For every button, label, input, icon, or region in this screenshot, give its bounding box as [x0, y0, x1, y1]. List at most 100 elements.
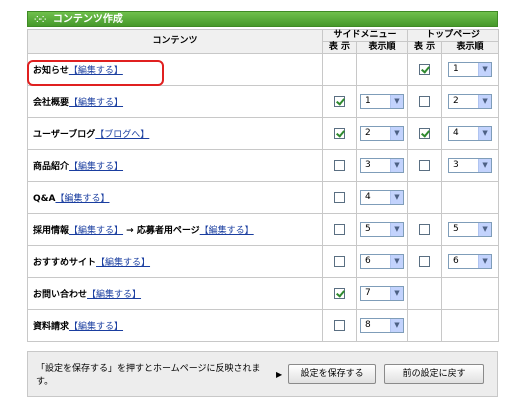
top-order-select[interactable]: 4 ▼ — [448, 126, 493, 141]
top-order-cell: 6 ▼ — [441, 245, 500, 278]
chevron-down-icon[interactable]: ▼ — [390, 223, 403, 236]
side-show-cell — [322, 181, 357, 214]
content-name: 商品紹介 — [33, 162, 70, 172]
side-order-cell — [355, 53, 409, 86]
top-order-cell: 4 ▼ — [441, 117, 500, 150]
side-order-cell: 2 ▼ — [355, 117, 409, 150]
side-show-checkbox[interactable] — [334, 224, 345, 235]
header-side-menu: サイドメニュー — [321, 29, 409, 42]
top-show-checkbox[interactable] — [419, 96, 431, 107]
top-show-cell — [407, 117, 443, 150]
applicant-page-label: → 応募者用ページ — [123, 226, 200, 236]
side-show-checkbox[interactable] — [334, 256, 345, 267]
select-value: 2 — [453, 96, 459, 106]
table-row: 採用情報【編集する】 → 応募者用ページ【編集する】 5 ▼ 5 ▼ — [27, 213, 500, 246]
side-show-cell — [322, 309, 357, 342]
side-order-select[interactable]: 3 ▼ — [360, 158, 404, 173]
chevron-down-icon[interactable]: ▼ — [390, 127, 403, 140]
select-value: 1 — [365, 96, 371, 106]
side-order-select[interactable]: 7 ▼ — [360, 286, 404, 301]
top-show-cell — [407, 277, 443, 310]
chevron-down-icon[interactable]: ▼ — [390, 95, 403, 108]
chevron-down-icon[interactable]: ▼ — [478, 63, 492, 76]
side-show-checkbox[interactable] — [334, 320, 345, 331]
top-order-select[interactable]: 6 ▼ — [448, 254, 493, 269]
revert-settings-button[interactable]: 前の設定に戻す — [384, 364, 485, 384]
top-order-select[interactable]: 3 ▼ — [448, 158, 493, 173]
edit-link[interactable]: 【編集する】 — [87, 290, 141, 300]
top-show-checkbox[interactable] — [419, 64, 431, 75]
select-value: 4 — [365, 192, 371, 202]
table-row: Q&A【編集する】 4 ▼ — [27, 181, 500, 214]
select-value: 3 — [365, 160, 371, 170]
table-row: おすすめサイト【編集する】 6 ▼ 6 ▼ — [27, 245, 500, 278]
top-order-cell: 1 ▼ — [441, 53, 500, 86]
chevron-down-icon[interactable]: ▼ — [390, 159, 403, 172]
side-order-cell: 8 ▼ — [355, 309, 409, 342]
content-name: 採用情報 — [33, 226, 70, 236]
side-order-select[interactable]: 6 ▼ — [360, 254, 404, 269]
table-row: お問い合わせ【編集する】 7 ▼ — [27, 277, 500, 310]
side-order-select[interactable]: 1 ▼ — [360, 94, 404, 109]
side-order-select[interactable]: 5 ▼ — [360, 222, 404, 237]
select-value: 7 — [365, 288, 371, 298]
side-show-checkbox[interactable] — [334, 288, 345, 299]
edit-link[interactable]: 【ブログへ】 — [95, 130, 149, 140]
top-show-checkbox[interactable] — [419, 128, 431, 139]
save-settings-button[interactable]: 設定を保存する — [288, 364, 377, 384]
select-value: 6 — [453, 256, 459, 266]
side-show-checkbox[interactable] — [334, 96, 345, 107]
content-name: Q&A — [33, 194, 56, 204]
edit-link[interactable]: 【編集する】 — [69, 322, 123, 332]
side-show-cell — [322, 117, 357, 150]
top-order-select[interactable]: 1 ▼ — [448, 62, 493, 77]
top-show-cell — [407, 149, 443, 182]
top-show-cell — [407, 245, 443, 278]
header-contents: コンテンツ — [27, 29, 323, 54]
side-show-checkbox[interactable] — [334, 160, 345, 171]
side-show-checkbox[interactable] — [334, 128, 345, 139]
top-show-cell — [407, 181, 443, 214]
panel-title: コンテンツ作成 — [52, 14, 123, 25]
content-name-cell: Q&A【編集する】 — [27, 181, 323, 214]
top-order-select[interactable]: 2 ▼ — [448, 94, 493, 109]
edit-link[interactable]: 【編集する】 — [69, 162, 123, 172]
chevron-down-icon[interactable]: ▼ — [478, 255, 492, 268]
table-row: 資料請求【編集する】 8 ▼ — [27, 309, 500, 342]
applicant-edit-link[interactable]: 【編集する】 — [200, 226, 254, 236]
top-show-checkbox[interactable] — [419, 160, 431, 171]
top-order-cell — [441, 277, 500, 310]
select-value: 6 — [365, 256, 371, 266]
header-top-show: 表 示 — [407, 41, 443, 54]
side-order-select[interactable]: 2 ▼ — [360, 126, 404, 141]
chevron-down-icon[interactable]: ▼ — [478, 95, 492, 108]
top-order-select[interactable]: 5 ▼ — [448, 222, 493, 237]
top-show-checkbox[interactable] — [419, 224, 431, 235]
content-name: 会社概要 — [33, 98, 70, 108]
side-order-select[interactable]: 8 ▼ — [360, 318, 404, 333]
edit-link[interactable]: 【編集する】 — [96, 258, 150, 268]
edit-link[interactable]: 【編集する】 — [55, 194, 109, 204]
edit-link[interactable]: 【編集する】 — [69, 98, 123, 108]
header-side-order: 表示順 — [355, 41, 409, 54]
select-value: 2 — [365, 128, 371, 138]
chevron-down-icon[interactable]: ▼ — [390, 191, 403, 204]
chevron-down-icon[interactable]: ▼ — [390, 287, 403, 300]
highlight-box — [27, 60, 164, 86]
chevron-down-icon[interactable]: ▼ — [478, 159, 492, 172]
table-row: 会社概要【編集する】 1 ▼ 2 ▼ — [27, 85, 500, 118]
chevron-down-icon[interactable]: ▼ — [478, 223, 492, 236]
chevron-down-icon[interactable]: ▼ — [390, 255, 403, 268]
side-show-cell — [322, 245, 357, 278]
header-top-page: トップページ — [407, 29, 500, 42]
top-show-checkbox[interactable] — [419, 256, 431, 267]
arrow-right-icon: ▶ — [276, 369, 283, 379]
edit-link[interactable]: 【編集する】 — [69, 226, 123, 236]
side-show-checkbox[interactable] — [334, 192, 345, 203]
chevron-down-icon[interactable]: ▼ — [390, 319, 403, 332]
side-order-cell: 5 ▼ — [355, 213, 409, 246]
side-order-select[interactable]: 4 ▼ — [360, 190, 404, 205]
table-row: ユーザーブログ【ブログへ】 2 ▼ 4 ▼ — [27, 117, 500, 150]
chevron-down-icon[interactable]: ▼ — [478, 127, 492, 140]
top-order-cell: 2 ▼ — [441, 85, 500, 118]
